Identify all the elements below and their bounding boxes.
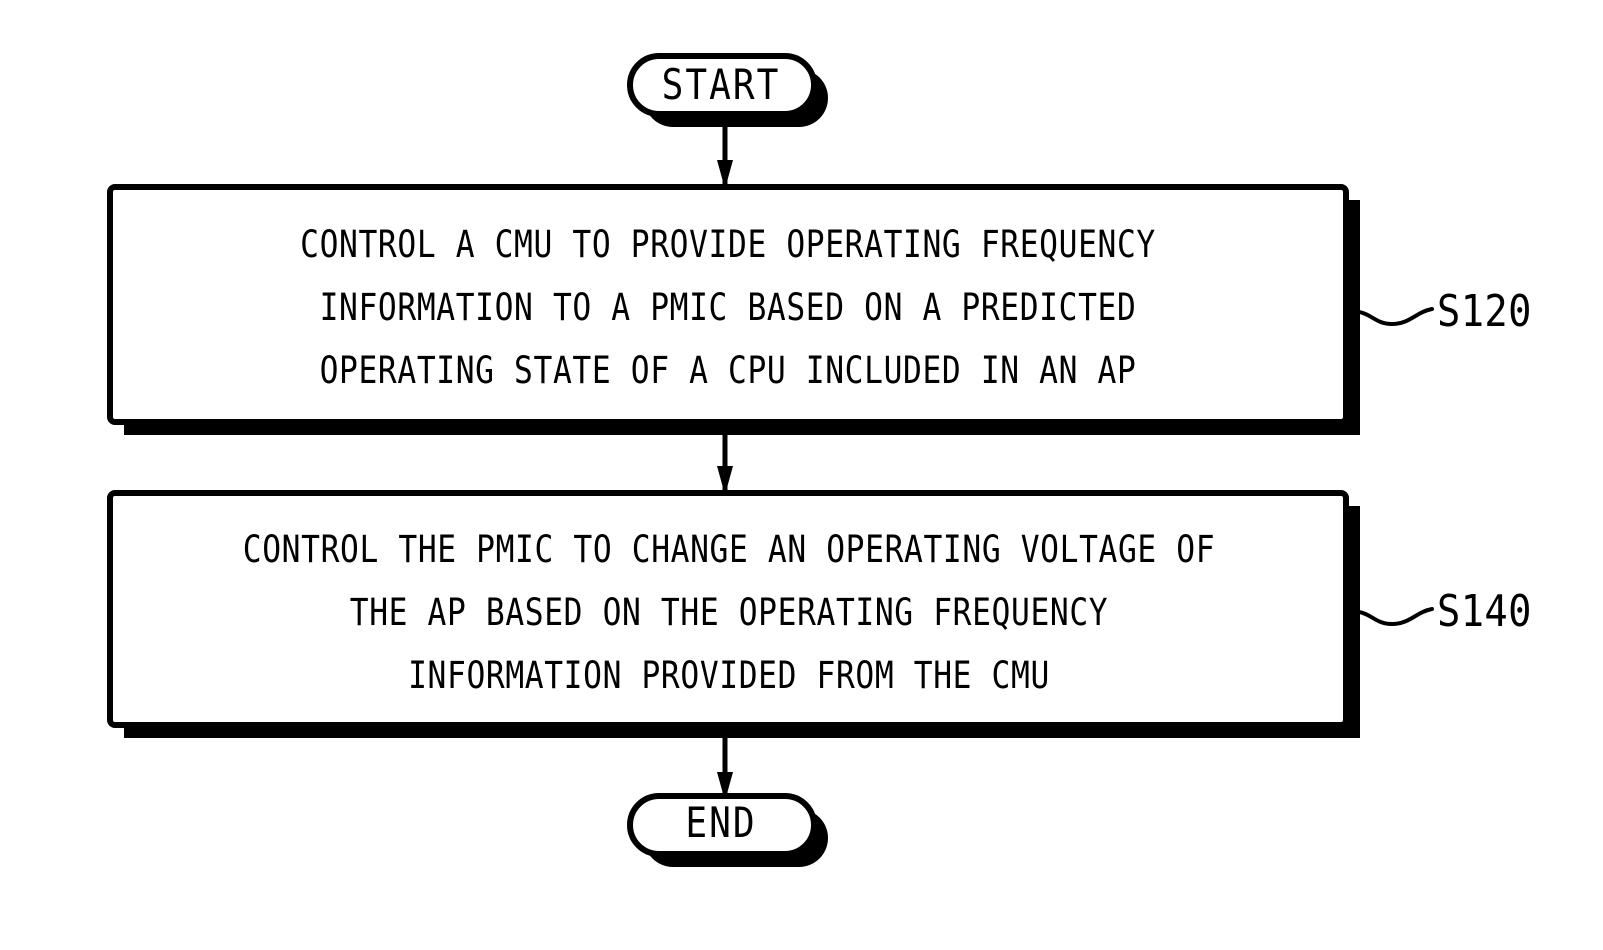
box-s140-line-3: INFORMATION PROVIDED FROM THE CMU: [408, 654, 1050, 697]
box-s120-line-3: OPERATING STATE OF A CPU INCLUDED IN AN …: [319, 349, 1137, 392]
step-reference-s120: S120: [1437, 286, 1532, 337]
flowchart-graphics: [107, 53, 1434, 867]
box-s140-line-2: THE AP BASED ON THE OPERATING FREQUENCY: [349, 591, 1109, 634]
box-s120-text: CONTROL A CMU TO PROVIDE OPERATING FREQU…: [112, 213, 1344, 402]
box-s120-line-1: CONTROL A CMU TO PROVIDE OPERATING FREQU…: [300, 223, 1156, 266]
start-node-label: START: [661, 60, 781, 109]
step-reference-s140: S140: [1437, 586, 1532, 637]
box-s140-line-1: CONTROL THE PMIC TO CHANGE AN OPERATING …: [242, 528, 1216, 571]
end-node-label: END: [685, 798, 757, 847]
box-s140-text: CONTROL THE PMIC TO CHANGE AN OPERATING …: [110, 518, 1348, 707]
leader-line-s120: [1350, 307, 1434, 327]
leader-line-s140: [1350, 607, 1434, 627]
flowchart-canvas: START CONTROL A CMU TO PROVIDE OPERATING…: [0, 0, 1603, 950]
box-s120-line-2: INFORMATION TO A PMIC BASED ON A PREDICT…: [319, 286, 1137, 329]
